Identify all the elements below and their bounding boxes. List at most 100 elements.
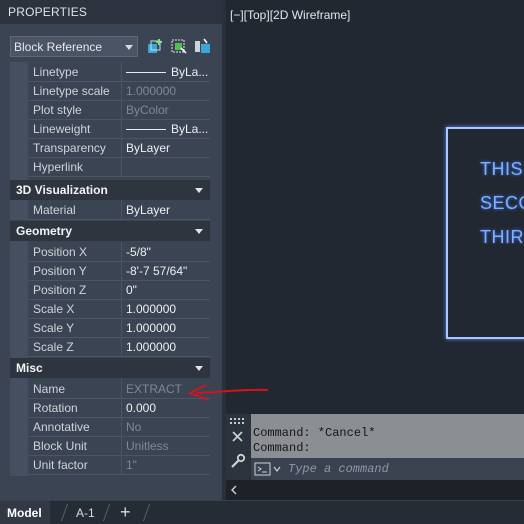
- property-row-position-y[interactable]: Position Y -8'-7 57/64": [28, 261, 210, 281]
- wrench-icon[interactable]: [230, 453, 246, 469]
- mtext-line: THIR: [480, 227, 524, 247]
- property-label: Material: [33, 203, 76, 217]
- property-value: 1.000000: [126, 302, 177, 316]
- property-row-plot-style[interactable]: Plot style ByColor: [28, 100, 210, 120]
- chevron-down-icon: [195, 188, 203, 193]
- history-line: Command:: [253, 441, 311, 455]
- palette-titlebar[interactable]: PROPERTIES: [0, 0, 222, 24]
- property-label: Unit factor: [33, 458, 88, 472]
- tab-divider: [60, 504, 69, 521]
- chevron-down-icon: [125, 45, 133, 50]
- property-value: 1": [126, 458, 137, 472]
- property-label: Linetype: [33, 65, 79, 79]
- property-row-linetype[interactable]: Linetype ByLa...: [28, 62, 210, 82]
- linetype-value: ByLa...: [171, 65, 209, 79]
- property-row-lineweight[interactable]: Lineweight ByLa...: [28, 119, 210, 139]
- annotation-arrow-icon: [187, 384, 269, 401]
- object-type-select[interactable]: Block Reference: [10, 36, 138, 57]
- property-value: -5/8": [126, 245, 151, 259]
- tab-label: Model: [7, 506, 42, 520]
- property-label: Position Z: [33, 283, 87, 297]
- property-label: Annotative: [33, 420, 90, 434]
- property-value: 1.000000: [126, 340, 177, 354]
- command-input[interactable]: Type a command: [251, 458, 524, 480]
- tab-divider: [102, 504, 111, 521]
- pickadd-toggle-icon[interactable]: [194, 38, 212, 56]
- property-label: Scale Y: [33, 321, 75, 335]
- drawing-viewport[interactable]: [−][Top][2D Wireframe] THIS SECO THIR: [226, 0, 524, 414]
- section-header-geometry[interactable]: Geometry: [10, 221, 210, 241]
- property-label: Position Y: [33, 264, 87, 278]
- command-prompt-icon[interactable]: [254, 462, 284, 476]
- property-label: Position X: [33, 245, 88, 259]
- section-title: 3D Visualization: [16, 183, 108, 197]
- property-value: 1.000000: [126, 321, 177, 335]
- mtext-line: THIS: [480, 159, 524, 179]
- object-type-value: Block Reference: [14, 40, 103, 54]
- property-row-position-x[interactable]: Position X -5/8": [28, 242, 210, 262]
- property-value: 1.000000: [126, 84, 177, 98]
- command-line-window: Command: *Cancel* Command: Type a comman…: [226, 414, 524, 500]
- property-row-scale-y[interactable]: Scale Y 1.000000: [28, 318, 210, 338]
- grip-dots-icon[interactable]: [230, 418, 246, 424]
- property-row-transparency[interactable]: Transparency ByLayer: [28, 138, 210, 158]
- tab-divider: [142, 504, 151, 521]
- property-row-annotative[interactable]: Annotative No: [28, 417, 210, 437]
- property-value: ByLa...: [126, 65, 208, 79]
- property-label: Block Unit: [33, 439, 88, 453]
- history-line: Command: *Cancel*: [253, 426, 376, 440]
- property-label: Plot style: [33, 103, 82, 117]
- geometry-rows-gutter: [10, 241, 28, 359]
- chevron-down-icon: [195, 229, 203, 234]
- property-value: ByColor: [126, 103, 169, 117]
- property-value: ByLa...: [126, 122, 208, 136]
- general-rows-gutter: [10, 62, 28, 181]
- property-label: Hyperlink: [33, 160, 84, 174]
- property-value: -8'-7 57/64": [126, 264, 188, 278]
- quick-select-add-icon[interactable]: [146, 38, 164, 56]
- property-row-hyperlink[interactable]: Hyperlink: [28, 157, 210, 177]
- add-layout-button[interactable]: +: [120, 502, 131, 523]
- close-icon[interactable]: [232, 431, 243, 442]
- command-placeholder: Type a command: [288, 462, 389, 476]
- visualization-rows-gutter: [10, 200, 28, 220]
- command-history: Command: *Cancel* Command:: [251, 414, 524, 458]
- property-row-linetype-scale[interactable]: Linetype scale 1.000000: [28, 81, 210, 101]
- property-label: Name: [33, 382, 66, 396]
- property-value: EXTRACT: [126, 382, 183, 396]
- property-value: ByLayer: [126, 203, 171, 217]
- property-value: ByLayer: [126, 141, 171, 155]
- section-header-misc[interactable]: Misc: [10, 358, 210, 378]
- property-row-unit-factor[interactable]: Unit factor 1": [28, 455, 210, 475]
- tab-a-1[interactable]: A-1: [76, 506, 95, 520]
- select-objects-icon[interactable]: [170, 38, 188, 56]
- property-value: 0.000: [126, 401, 157, 415]
- section-title: Geometry: [16, 224, 73, 238]
- property-label: Transparency: [33, 141, 106, 155]
- line-swatch-icon: [126, 129, 166, 131]
- section-header-3d-visualization[interactable]: 3D Visualization: [10, 180, 210, 200]
- property-value: Unitless: [126, 439, 169, 453]
- lineweight-value: ByLa...: [171, 122, 209, 136]
- property-label: Linetype scale: [33, 84, 110, 98]
- chevron-left-icon[interactable]: [230, 485, 238, 495]
- property-row-scale-z[interactable]: Scale Z 1.000000: [28, 337, 210, 357]
- property-row-position-z[interactable]: Position Z 0": [28, 280, 210, 300]
- layout-tabs-bar: Model A-1 +: [0, 500, 524, 524]
- chevron-down-icon: [195, 366, 203, 371]
- tab-model[interactable]: Model: [0, 501, 50, 524]
- property-label: Scale Z: [33, 340, 74, 354]
- property-label: Scale X: [33, 302, 75, 316]
- property-label: Rotation: [33, 401, 78, 415]
- viewport-controls-label[interactable]: [−][Top][2D Wireframe]: [230, 8, 350, 22]
- misc-rows-gutter: [10, 378, 28, 476]
- property-row-material[interactable]: Material ByLayer: [28, 200, 210, 220]
- property-value: 0": [126, 283, 137, 297]
- property-row-block-unit[interactable]: Block Unit Unitless: [28, 436, 210, 456]
- section-title: Misc: [16, 361, 43, 375]
- property-row-scale-x[interactable]: Scale X 1.000000: [28, 299, 210, 319]
- property-value: No: [126, 420, 142, 434]
- line-swatch-icon: [126, 72, 166, 74]
- palette-title: PROPERTIES: [8, 5, 88, 19]
- horizontal-scrollbar[interactable]: [226, 480, 524, 500]
